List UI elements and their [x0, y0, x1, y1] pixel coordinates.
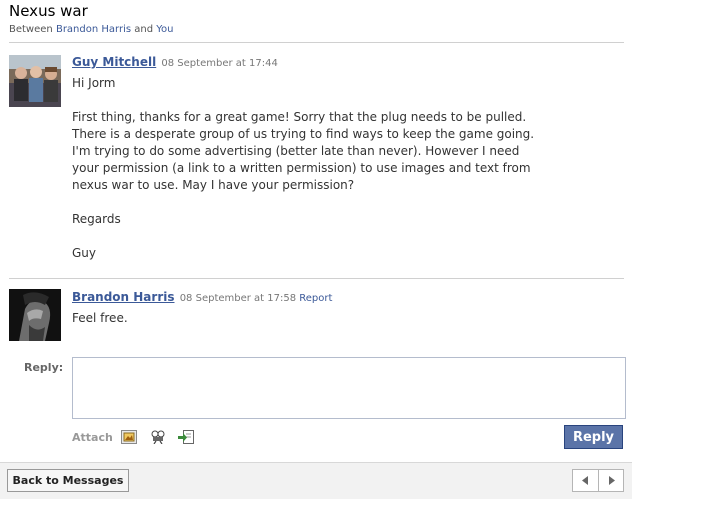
message-line: Guy	[72, 246, 97, 260]
message-timestamp: 08 September at 17:58	[179, 293, 297, 304]
message-header: Brandon Harris 08 September at 17:58 Rep…	[72, 290, 332, 304]
message-line: Regards	[72, 212, 121, 226]
message-author-link[interactable]: Guy Mitchell	[72, 55, 156, 69]
message-line: I'm trying to do some advertising (bette…	[72, 144, 520, 158]
thread-participants: Between Brandon Harris and You	[9, 24, 174, 35]
triangle-left-icon	[582, 476, 588, 485]
avatar-guy-mitchell[interactable]	[9, 55, 61, 107]
message-body: Hi Jorm First thing, thanks for a great …	[72, 75, 534, 262]
message-line: There is a desperate group of us trying …	[72, 127, 535, 141]
message-body: Feel free.	[72, 310, 128, 327]
avatar-brandon-harris[interactable]	[9, 289, 61, 341]
and-text: and	[134, 24, 154, 35]
message-divider	[9, 278, 624, 279]
triangle-right-icon	[609, 476, 615, 485]
message-line: your permission (a link to a written per…	[72, 161, 531, 175]
next-message-button[interactable]	[599, 470, 624, 491]
between-prefix: Between	[9, 24, 53, 35]
back-to-messages-button[interactable]: Back to Messages	[7, 469, 129, 492]
thread-title: Nexus war	[9, 2, 88, 20]
link-icon[interactable]	[178, 429, 194, 444]
attach-label: Attach	[72, 431, 113, 444]
message-line: First thing, thanks for a great game! So…	[72, 110, 527, 124]
header-divider	[9, 42, 624, 43]
reply-input[interactable]	[72, 357, 626, 419]
message-pager	[572, 469, 624, 492]
report-link[interactable]: Report	[299, 293, 332, 304]
message-line: Hi Jorm	[72, 76, 116, 90]
reply-button[interactable]: Reply	[564, 425, 623, 449]
message-line: Feel free.	[72, 311, 128, 325]
participant-link-brandon[interactable]: Brandon Harris	[56, 24, 131, 35]
message-author-link[interactable]: Brandon Harris	[72, 290, 175, 304]
previous-message-button[interactable]	[573, 470, 598, 491]
message-header: Guy Mitchell 08 September at 17:44	[72, 55, 278, 69]
message-timestamp: 08 September at 17:44	[161, 58, 278, 69]
participant-link-you[interactable]: You	[156, 24, 173, 35]
message-line: nexus war to use. May I have your permis…	[72, 178, 355, 192]
video-icon[interactable]	[150, 429, 166, 445]
photo-icon[interactable]	[121, 429, 137, 444]
reply-label: Reply:	[24, 361, 64, 374]
